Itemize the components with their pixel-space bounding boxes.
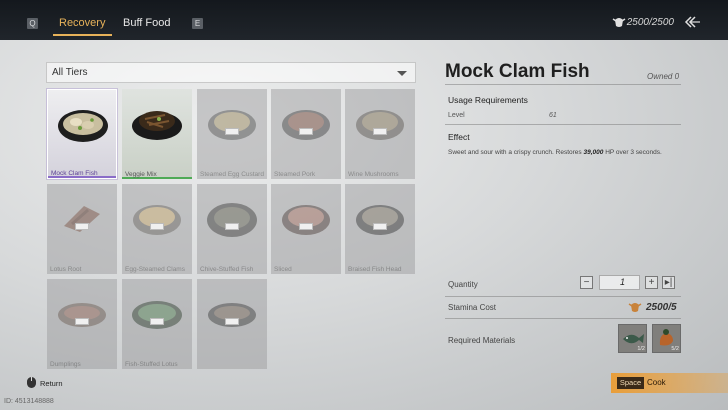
item-tag <box>75 223 89 230</box>
recipe-card-fish-stuffed-lotus[interactable]: Fish-Stuffed Lotus <box>122 279 192 369</box>
recipe-name: Fish-Stuffed Lotus <box>125 361 178 368</box>
recipe-card-egg-steamed-clams[interactable]: Egg-Steamed Clams <box>122 184 192 274</box>
divider <box>445 84 681 85</box>
dish-mock-clam-fish-icon <box>58 110 108 142</box>
dish-egg-steamed-clams-icon <box>133 205 181 235</box>
recipe-card-steamed-egg-custard[interactable]: Steamed Egg Custard <box>197 89 267 179</box>
tier-filter-dropdown[interactable]: All Tiers <box>46 62 416 83</box>
quantity-max-button[interactable]: ▸| <box>662 276 675 289</box>
effect-text: Sweet and sour with a crispy crunch. Res… <box>448 149 688 156</box>
item-tag <box>150 223 164 230</box>
cook-label: Cook <box>647 378 666 387</box>
recipe-name: Veggie Mix <box>125 171 157 178</box>
recipe-card-dumplings[interactable]: Dumplings <box>47 279 117 369</box>
recipe-name: Lotus Root <box>50 266 82 273</box>
owned-count: Owned 0 <box>647 72 679 81</box>
quantity-decrease-button[interactable]: − <box>580 276 593 289</box>
return-button[interactable]: Return <box>40 379 63 388</box>
dish-sliced-icon <box>282 205 330 235</box>
recipe-card-mock-clam-fish[interactable]: Mock Clam Fish <box>47 89 117 179</box>
dish-veggie-mix-icon <box>132 111 182 140</box>
space-key: Space <box>617 377 644 389</box>
tab-recovery[interactable]: Recovery <box>59 17 105 29</box>
dish-chive-stuffed-fish-icon <box>207 203 257 237</box>
recipe-name: Braised Fish Head <box>348 266 402 273</box>
effect-prefix: Sweet and sour with a crispy crunch. Res… <box>448 149 582 156</box>
tab-buff-food[interactable]: Buff Food <box>123 17 171 29</box>
stamina-counter: 2500/2500 <box>626 17 674 28</box>
chevron-down-icon <box>397 71 407 76</box>
item-tag <box>299 223 313 230</box>
dish-dumplings-icon <box>58 303 106 327</box>
stamina-pot-icon <box>612 18 626 27</box>
item-tag <box>150 318 164 325</box>
stamina-cost-value: 2500/5 <box>646 302 677 313</box>
recipe-card-wine-mushrooms[interactable]: Wine Mushrooms <box>345 89 415 179</box>
active-tab-underline <box>53 34 112 36</box>
recipe-card-lotus-root[interactable]: Lotus Root <box>47 184 117 274</box>
owned-value: 0 <box>674 72 680 81</box>
material-slot-fish[interactable]: 1/2 <box>618 324 647 353</box>
material-count: 5/2 <box>671 346 679 352</box>
recipe-name: Wine Mushrooms <box>348 171 399 178</box>
dish-wine-mushrooms-icon <box>356 110 404 140</box>
prev-tab-key[interactable]: Q <box>27 18 38 29</box>
recipe-name: Egg-Steamed Clams <box>125 266 185 273</box>
recipe-name: Sliced <box>274 266 292 273</box>
effect-amount: 39,000 <box>583 149 604 156</box>
recipe-name: Steamed Egg Custard <box>200 171 264 178</box>
recipe-name: Mock Clam Fish <box>51 170 98 177</box>
mouse-icon <box>27 377 36 388</box>
recipe-card-braised-fish-head[interactable]: Braised Fish Head <box>345 184 415 274</box>
next-tab-key[interactable]: E <box>192 18 203 29</box>
dish-steamed-pork-icon <box>282 110 330 140</box>
effect-suffix: HP over 3 seconds. <box>605 149 662 156</box>
item-tag <box>225 318 239 325</box>
item-tag <box>373 223 387 230</box>
recipe-card-sliced[interactable]: Sliced <box>271 184 341 274</box>
quantity-value: 1 <box>620 277 626 287</box>
dish-lotus-root-icon <box>64 206 100 232</box>
recipe-card-unnamed[interactable] <box>197 279 267 369</box>
player-uid: ID: 4513148888 <box>4 398 54 405</box>
item-tag <box>75 318 89 325</box>
divider <box>445 124 681 125</box>
dish-fish-stuffed-lotus-icon <box>132 301 182 329</box>
stamina-cost-icon <box>628 303 642 312</box>
owned-label: Owned <box>647 72 673 81</box>
dish-steamed-egg-custard-icon <box>208 110 256 140</box>
divider <box>445 296 681 297</box>
stamina-cost-label: Stamina Cost <box>448 303 497 312</box>
required-materials-label: Required Materials <box>448 336 516 345</box>
recipe-card-chive-stuffed-fish[interactable]: Chive-Stuffed Fish <box>197 184 267 274</box>
quantity-label: Quantity <box>448 280 478 289</box>
recipe-title: Mock Clam Fish <box>445 61 590 82</box>
item-tag <box>225 128 239 135</box>
recipe-card-steamed-pork[interactable]: Steamed Pork <box>271 89 341 179</box>
tier-filter-value: All Tiers <box>52 67 88 78</box>
recipe-card-veggie-mix[interactable]: Veggie Mix <box>122 89 192 179</box>
back-arrow-icon[interactable] <box>683 15 701 29</box>
effect-heading: Effect <box>448 132 470 142</box>
item-tag <box>299 128 313 135</box>
level-value: 61 <box>549 112 557 119</box>
recipe-name: Steamed Pork <box>274 171 316 178</box>
level-label: Level <box>448 112 465 119</box>
dish-skewers-icon <box>208 303 256 327</box>
material-slot-bird[interactable]: 5/2 <box>652 324 681 353</box>
quantity-increase-button[interactable]: + <box>645 276 658 289</box>
recipe-name: Chive-Stuffed Fish <box>200 266 254 273</box>
dish-braised-fish-head-icon <box>356 205 404 235</box>
item-tag <box>373 128 387 135</box>
item-tag <box>225 223 239 230</box>
divider <box>445 318 681 319</box>
material-count: 1/2 <box>637 346 645 352</box>
recipe-name: Dumplings <box>50 361 81 368</box>
usage-requirements-heading: Usage Requirements <box>448 95 528 105</box>
